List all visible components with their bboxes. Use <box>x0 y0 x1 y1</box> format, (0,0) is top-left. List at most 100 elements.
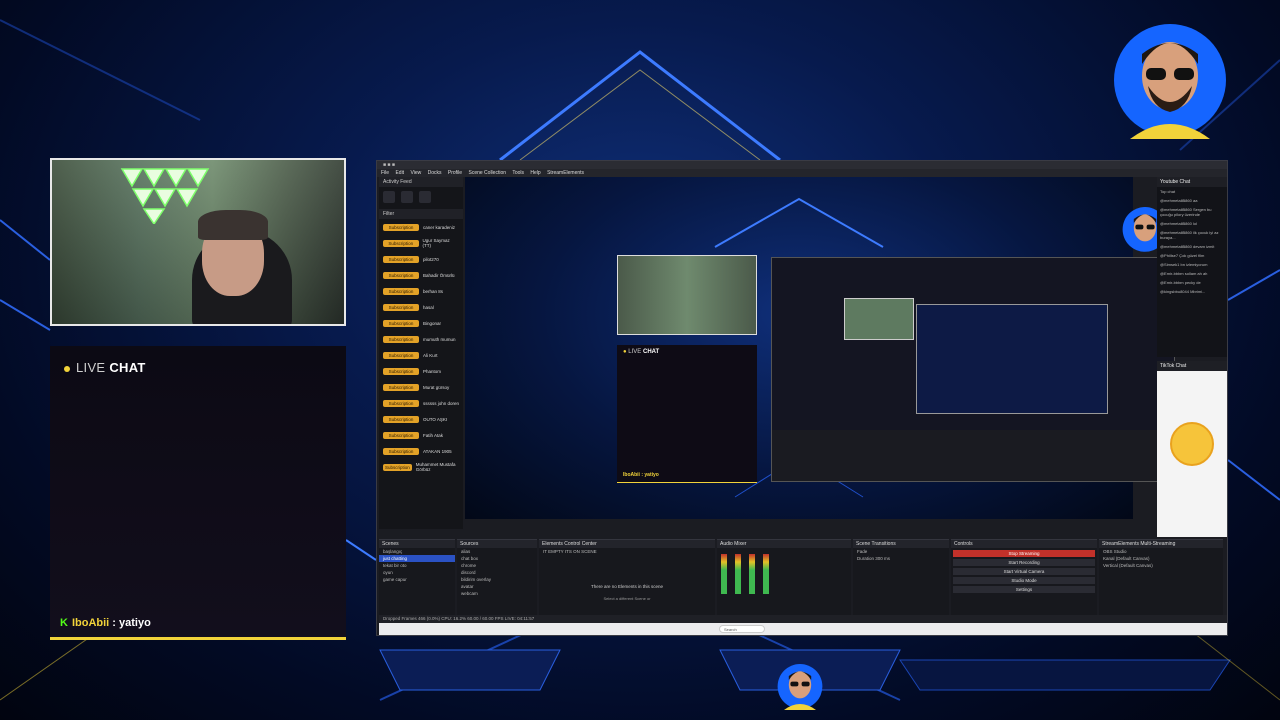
menu-tools[interactable]: Tools <box>512 170 524 176</box>
obs-preview[interactable]: ● LIVE CHAT IboAbii : yatiyo <box>465 177 1175 519</box>
source-item[interactable]: alias <box>457 548 537 555</box>
activity-item[interactable]: Subscription mumuth mumun <box>379 331 463 347</box>
youtube-chat-line: @Emir-bbbm pecky de <box>1160 280 1201 285</box>
pause-icon[interactable] <box>383 191 395 203</box>
studio-mode-button[interactable]: Studio Mode <box>953 577 1095 584</box>
menu-docks[interactable]: Docks <box>428 170 442 176</box>
mute-icon[interactable] <box>401 191 413 203</box>
start-recording-button[interactable]: Start Recording <box>953 559 1095 566</box>
activity-item[interactable]: Subscription Bahadir Ömürlü <box>379 267 463 283</box>
youtube-chat-line: @mehmetaliB860 Sergen bu çocuğu pilory ü… <box>1160 207 1212 217</box>
multistream-item[interactable]: Kanal (Default Canvas) <box>1099 555 1223 562</box>
multistream-title: StreamElements Multi-Streaming <box>1099 540 1223 548</box>
controls-dock: Controls Stop Streaming Start Recording … <box>951 539 1097 615</box>
activity-name: OUTO AŞKI <box>423 416 448 422</box>
source-item[interactable]: avatar <box>457 583 537 590</box>
live-chat-panel: LIVE CHAT K IboAbii : yatiyo <box>50 346 346 640</box>
transitions-title: Scene Transitions <box>853 540 949 548</box>
scene-item[interactable]: tekat bir oto <box>379 562 455 569</box>
controls-title: Controls <box>951 540 1097 548</box>
chat-message-user: IboAbii <box>71 617 110 629</box>
activity-name: ssssss john doren <box>422 400 460 406</box>
stop-streaming-button[interactable]: Stop Streaming <box>953 550 1095 557</box>
menu-help[interactable]: Help <box>530 170 540 176</box>
mixer-meter[interactable] <box>749 554 755 594</box>
menu-edit[interactable]: Edit <box>395 170 404 176</box>
streamer-hair <box>198 210 268 240</box>
chat-message-text: yatiyo <box>119 617 151 629</box>
obs-titlebar[interactable]: ■ ■ ■ <box>377 161 1227 169</box>
activity-filter[interactable]: Filter <box>379 209 463 219</box>
elements-title: Elements Control Center <box>539 540 715 548</box>
mixer-meter[interactable] <box>763 554 769 594</box>
activity-item[interactable]: Subscription OUTO AŞKI <box>379 411 463 427</box>
kick-icon: K <box>60 617 68 629</box>
menu-file[interactable]: File <box>381 170 389 176</box>
menu-scene-collection[interactable]: Scene Collection <box>468 170 506 176</box>
subscription-badge: Subscription <box>383 303 419 311</box>
small-avatar-icon <box>777 664 823 710</box>
activity-item[interactable]: Subscription hasal <box>379 299 463 315</box>
menu-view[interactable]: View <box>410 170 421 176</box>
subscription-badge: Subscription <box>383 239 419 247</box>
activity-item[interactable]: Subscription Fatih Atak <box>379 427 463 443</box>
scene-transitions-dock: Scene Transitions Fade Duration 300 ms <box>853 539 949 615</box>
mixer-meters <box>717 548 851 600</box>
source-item[interactable]: chrome <box>457 562 537 569</box>
subscription-badge: Subscription <box>383 223 419 231</box>
youtube-chat-line: @Emir-bbbm sollam ah ah <box>1160 271 1208 276</box>
activity-item[interactable]: Subscription ssssss john doren <box>379 395 463 411</box>
scene-item[interactable]: oyun <box>379 569 455 576</box>
obs-menubar: File Edit View Docks Profile Scene Colle… <box>377 169 1227 177</box>
activity-item[interactable]: Subscription Bingonar <box>379 315 463 331</box>
subscription-badge: Subscription <box>383 351 419 359</box>
scene-item[interactable]: game capur <box>379 576 455 583</box>
duration-value[interactable]: 300 ms <box>875 556 890 561</box>
multistream-item[interactable]: OBS Studio <box>1099 548 1223 555</box>
source-item[interactable]: discord <box>457 569 537 576</box>
activity-item[interactable]: Subscription Ali Kurt <box>379 347 463 363</box>
activity-name: Ugur Saymaz (TT) <box>422 238 450 248</box>
activity-item[interactable]: Subscription Phantom <box>379 363 463 379</box>
scenes-title: Scenes <box>379 540 455 548</box>
activity-name: Bingonar <box>423 320 442 326</box>
activity-item[interactable]: Subscription caner karadeniz <box>379 219 463 235</box>
transition-select[interactable]: Fade <box>853 548 949 555</box>
youtube-chat-line: @Phillse7 Çok güzel film <box>1160 253 1205 258</box>
activity-name: ATAKAN 1905 <box>423 448 452 454</box>
obs-status-bar: Dropped Frames 466 (0.0%) CPU: 16.2% 60.… <box>379 615 1227 623</box>
subscription-badge: Subscription <box>383 335 419 343</box>
scene-item[interactable]: başlangıç <box>379 548 455 555</box>
activity-item[interactable]: Subscription ATAKAN 1905 <box>379 443 463 459</box>
youtube-chat-title: Youtube Chat <box>1157 177 1227 187</box>
youtube-chat-list: @mehmetaliB860 aa @mehmetaliB860 Sergen b… <box>1157 196 1227 296</box>
source-item[interactable]: webcam <box>457 590 537 597</box>
activity-item[interactable]: Subscription pilot270 <box>379 251 463 267</box>
activity-feed-title: Activity Feed <box>379 177 463 187</box>
source-item[interactable]: bildirim overlay <box>457 576 537 583</box>
mixer-meter[interactable] <box>721 554 727 594</box>
tiktok-chat-title: TikTok Chat <box>1157 361 1227 371</box>
chat-word: CHAT <box>109 360 146 375</box>
activity-item[interactable]: Subscription Muhammet Mustafa Görbüz <box>379 459 463 475</box>
menu-profile[interactable]: Profile <box>448 170 462 176</box>
sources-dock: Sources alias chat box chrome discord bi… <box>457 539 537 615</box>
youtube-chat-sort[interactable]: Top chat <box>1157 187 1227 196</box>
activity-item[interactable]: Subscription Ugur Saymaz (TT) <box>379 235 463 251</box>
taskbar-search[interactable]: Search <box>719 625 765 633</box>
preview-chat-live-word: LIVE <box>628 349 642 355</box>
activity-item[interactable]: Subscription berhan 8s <box>379 283 463 299</box>
scene-item-selected[interactable]: just chatting <box>379 555 455 562</box>
mixer-meter[interactable] <box>735 554 741 594</box>
virtual-camera-button[interactable]: Start Virtual Camera <box>953 568 1095 575</box>
multistream-dock: StreamElements Multi-Streaming OBS Studi… <box>1099 539 1223 615</box>
activity-item[interactable]: Subscription Murat gürsoy <box>379 379 463 395</box>
obs-window[interactable]: ■ ■ ■ File Edit View Docks Profile Scene… <box>376 160 1228 636</box>
settings-button[interactable]: Settings <box>953 586 1095 593</box>
source-item[interactable]: chat box <box>457 555 537 562</box>
preview-screen-capture <box>771 257 1175 482</box>
menu-streamelements[interactable]: StreamElements <box>547 170 584 176</box>
activity-name: Ali Kurt <box>423 352 438 358</box>
skip-icon[interactable] <box>419 191 431 203</box>
multistream-item[interactable]: Vertical (Default Canvas) <box>1099 562 1223 569</box>
